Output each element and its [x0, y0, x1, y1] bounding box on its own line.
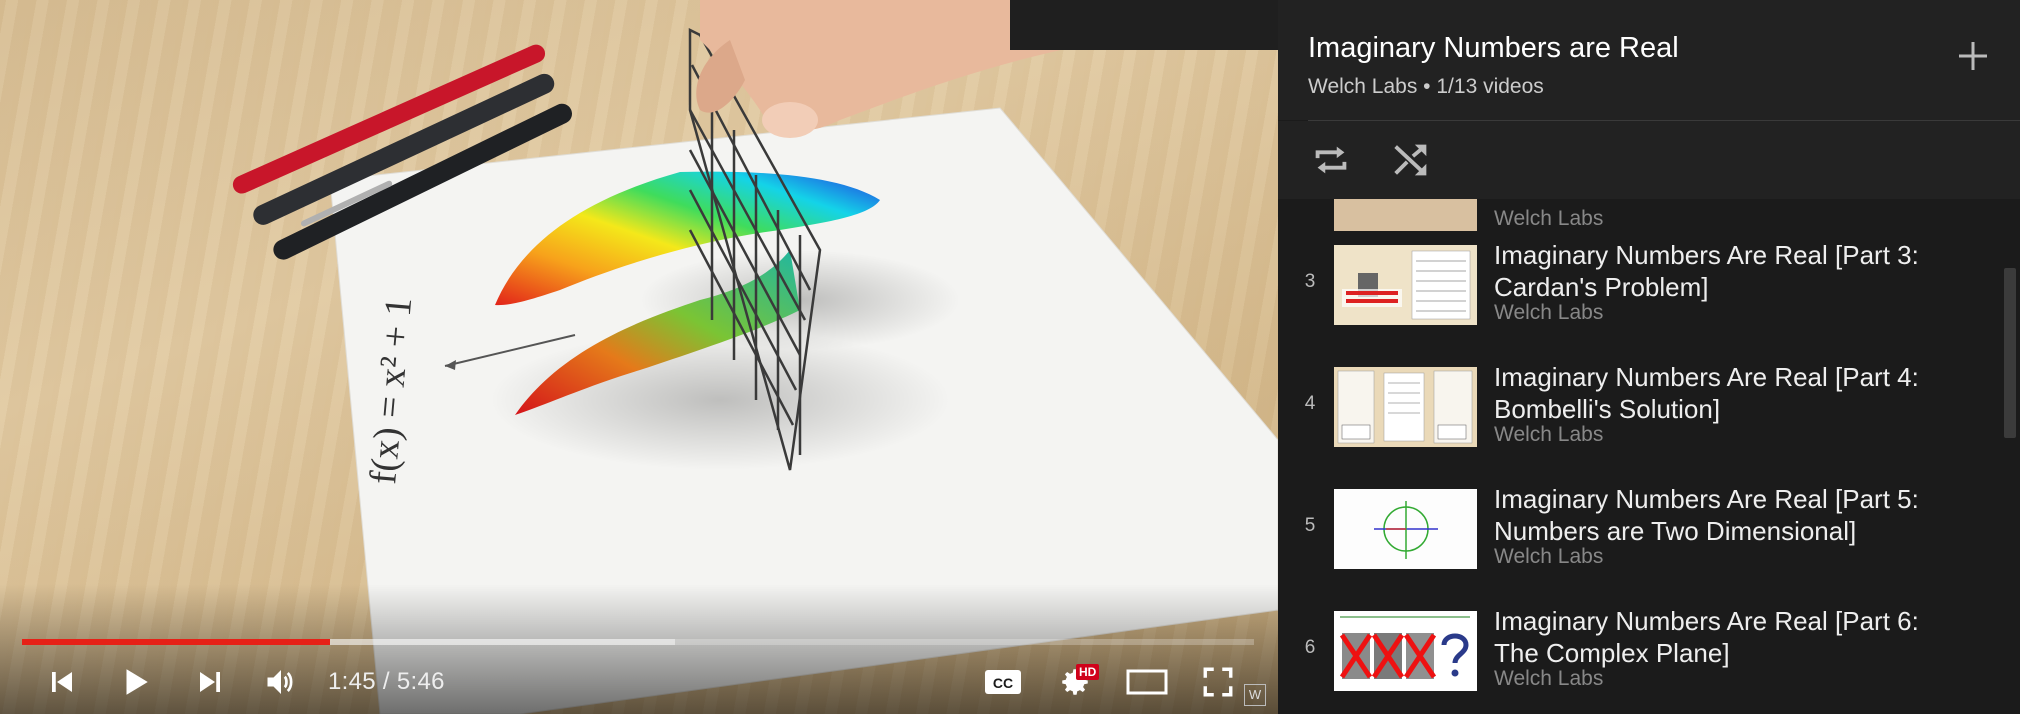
skip-next-icon [200, 672, 220, 692]
closed-captions-icon: CC [985, 670, 1021, 694]
theater-mode-button[interactable] [1122, 660, 1172, 704]
playlist-separator: • [1417, 75, 1437, 98]
playlist-item[interactable]: 5 Imaginary Numbers Are Real [Part 5: Nu… [1278, 473, 1998, 595]
item-channel: Welch Labs [1494, 207, 1604, 230]
item-title: Imaginary Numbers Are Real [Part 5: Numb… [1494, 484, 1919, 546]
playlist-toolbar [1278, 121, 2020, 199]
item-title: Imaginary Numbers Are Real [Part 6: The … [1494, 606, 1919, 668]
time-display: 1:45 / 5:46 [328, 668, 445, 696]
item-channel: Welch Labs [1494, 667, 1604, 690]
playlist-panel: Imaginary Numbers are Real Welch Labs • … [1278, 0, 2020, 714]
play-icon [126, 669, 148, 695]
item-index: 6 [1304, 637, 1316, 658]
playlist-position: 1/13 videos [1436, 75, 1544, 98]
playlist-channel[interactable]: Welch Labs [1308, 75, 1417, 98]
previous-button[interactable] [40, 660, 84, 704]
shuffle-icon [1394, 144, 1427, 176]
playlist-subtitle: Welch Labs • 1/13 videos [1308, 75, 1544, 99]
svg-text:CC: CC [993, 675, 1013, 691]
playlist-title[interactable]: Imaginary Numbers are Real [1308, 32, 1679, 65]
video-thumbnail [1334, 245, 1477, 325]
play-button[interactable] [110, 660, 160, 704]
item-title: Imaginary Numbers Are Real [Part 4: Bomb… [1494, 362, 1919, 424]
hd-badge: HD [1076, 664, 1100, 680]
plus-icon [1959, 42, 1987, 70]
progress-bar[interactable] [22, 639, 1254, 645]
fullscreen-button[interactable] [1196, 660, 1240, 704]
captions-button[interactable]: CC [980, 660, 1026, 704]
save-playlist-button[interactable] [1953, 36, 1993, 76]
video-thumbnail [1334, 611, 1477, 691]
video-thumbnail [1334, 367, 1477, 447]
video-thumbnail [1334, 489, 1477, 569]
playlist-item[interactable]: 4 Imaginary Numbers Are Real [Part 4: Bo… [1278, 351, 1998, 473]
time-separator: / [375, 668, 397, 695]
progress-played [22, 639, 330, 645]
item-channel: Welch Labs [1494, 301, 1604, 324]
theater-mode-icon [1126, 669, 1168, 695]
video-thumbnail [1334, 199, 1477, 231]
duration: 5:46 [396, 668, 445, 695]
item-channel: Welch Labs [1494, 545, 1604, 568]
volume-button[interactable] [258, 660, 304, 704]
loop-icon [1315, 146, 1347, 174]
item-index: 5 [1304, 515, 1316, 536]
item-index: 3 [1304, 271, 1316, 292]
item-index: 4 [1304, 393, 1316, 414]
item-title: Imaginary Numbers Are Real [Part 3: Card… [1494, 240, 1919, 302]
shuffle-button[interactable] [1388, 137, 1434, 183]
playlist-item[interactable]: 3 Imaginary Numbers Are Real [Part 3: Ca… [1278, 229, 1998, 351]
loop-button[interactable] [1308, 137, 1354, 183]
playlist-header: Imaginary Numbers are Real Welch Labs • … [1278, 0, 2020, 120]
item-channel: Welch Labs [1494, 423, 1604, 446]
scrollbar-thumb[interactable] [2004, 268, 2016, 438]
next-button[interactable] [188, 660, 232, 704]
channel-watermark[interactable]: W [1244, 684, 1266, 706]
fullscreen-icon [1203, 667, 1233, 697]
skip-previous-icon [52, 672, 72, 692]
volume-icon [267, 670, 293, 694]
video-player[interactable]: f(x) = x² + 1 1:45 / 5:46 CC HD W [0, 0, 1278, 714]
playlist-item[interactable]: 6 Imaginary Numbers Are Real [Part 6: Th… [1278, 595, 1998, 714]
current-time: 1:45 [328, 668, 376, 695]
playlist-items: Welch Labs 3 Imaginary Numbers Are Real … [1278, 199, 1998, 714]
